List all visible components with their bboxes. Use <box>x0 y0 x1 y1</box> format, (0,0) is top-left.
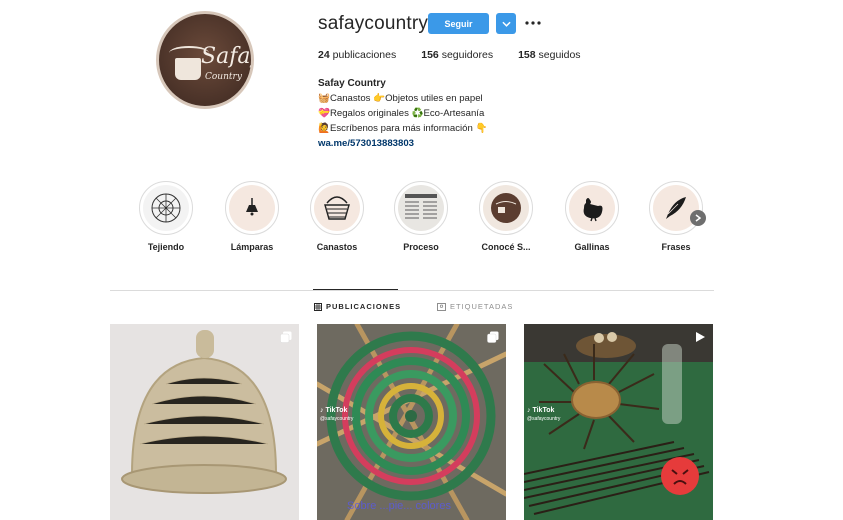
carousel-icon <box>487 331 499 343</box>
post-tile[interactable]: ♪ TikTok @safaycountry <box>524 324 713 520</box>
active-tab-indicator <box>313 289 398 290</box>
logo-pot-icon <box>175 58 201 80</box>
woven-dome-basket-image <box>110 324 299 520</box>
tiktok-label: TikTok <box>325 407 348 414</box>
hen-icon <box>569 185 615 231</box>
highlight-gallinas[interactable]: Gallinas <box>564 181 620 252</box>
post-caption-overlay: Sobre ...pie... colores <box>347 500 451 512</box>
video-play-icon <box>696 332 705 342</box>
bio-link[interactable]: wa.me/573013883803 <box>318 136 487 151</box>
tagged-icon <box>437 302 446 311</box>
tiktok-logo-icon: ♪ <box>320 407 324 414</box>
highlight-ring[interactable] <box>139 181 193 235</box>
bio-line-2: 💝Regalos originales ♻️Eco-Artesanía <box>318 108 485 119</box>
tab-publicaciones[interactable]: PUBLICACIONES <box>314 302 401 311</box>
highlight-tejiendo[interactable]: Tejiendo <box>138 181 194 252</box>
suggested-dropdown-button[interactable] <box>496 13 516 34</box>
highlight-ring[interactable] <box>310 181 364 235</box>
chevron-right-icon <box>695 214 701 222</box>
grid-icon <box>314 302 322 311</box>
highlight-ring[interactable] <box>225 181 279 235</box>
bio-name: Safay Country <box>318 78 386 89</box>
bio-line-1: 🧺Canastos 👉Objetos utiles en papel <box>318 93 483 104</box>
following-count: 158 <box>518 49 536 61</box>
highlight-ring[interactable] <box>394 181 448 235</box>
highlight-ring[interactable] <box>479 181 533 235</box>
tabs-divider <box>110 290 714 291</box>
carousel-icon <box>280 331 292 343</box>
follow-button[interactable]: Seguir <box>428 13 489 34</box>
tab-publicaciones-label: PUBLICACIONES <box>326 302 402 311</box>
profile-avatar[interactable]: Safay Country <box>156 11 254 109</box>
highlights-next-button[interactable] <box>690 210 706 226</box>
tiktok-watermark: ♪ TikTok @safaycountry <box>527 406 560 424</box>
more-options-button[interactable] <box>524 15 542 31</box>
tiktok-watermark: ♪ TikTok @safaycountry <box>320 406 353 424</box>
highlight-ring[interactable] <box>649 181 703 235</box>
stat-followers[interactable]: 156 seguidores <box>421 49 493 61</box>
post-tile[interactable]: ♪ TikTok @safaycountry Sobre ...pie... c… <box>317 324 506 520</box>
tiktok-label: TikTok <box>532 407 555 414</box>
highlight-label: Gallinas <box>574 242 610 252</box>
highlight-ring[interactable] <box>565 181 619 235</box>
highlight-proceso[interactable]: Proceso <box>393 181 449 252</box>
posts-label: publicaciones <box>332 49 397 61</box>
tab-etiquetadas-label: ETIQUETADAS <box>450 302 514 311</box>
basket-icon <box>314 185 360 231</box>
profile-stats: 24 publicaciones 156 seguidores 158 segu… <box>318 49 606 61</box>
avatar-logo-text: Safay <box>201 44 251 69</box>
tiktok-user: @safaycountry <box>320 416 354 422</box>
highlight-conoce[interactable]: Conocé S... <box>478 181 534 252</box>
profile-bio: Safay Country 🧺Canastos 👉Objetos utiles … <box>318 76 487 151</box>
stat-posts: 24 publicaciones <box>318 49 396 61</box>
bio-line-3: 🙋Escríbenos para más información 👇 <box>318 123 488 134</box>
followers-label: seguidores <box>441 49 494 61</box>
highlight-label: Conocé S... <box>481 242 531 252</box>
post-tile[interactable] <box>110 324 299 520</box>
highlight-label: Tejiendo <box>147 242 185 252</box>
highlight-label: Lámparas <box>230 242 274 252</box>
posts-count: 24 <box>318 49 330 61</box>
followers-count: 156 <box>421 49 439 61</box>
story-highlights: Tejiendo Lámparas Canastos Proceso Conoc… <box>138 181 718 261</box>
stat-following[interactable]: 158 seguidos <box>518 49 580 61</box>
highlight-label: Proceso <box>403 242 439 252</box>
following-label: seguidos <box>538 49 581 61</box>
highlight-label: Canastos <box>316 242 358 252</box>
highlight-label: Frases <box>661 242 691 252</box>
tiktok-logo-icon: ♪ <box>527 407 531 414</box>
highlight-lamparas[interactable]: Lámparas <box>224 181 280 252</box>
logo-icon <box>483 185 529 231</box>
avatar-logo-sub: Country <box>205 72 242 82</box>
lamp-icon <box>229 185 275 231</box>
highlight-canastos[interactable]: Canastos <box>309 181 365 252</box>
newspaper-icon <box>398 185 444 231</box>
tab-etiquetadas[interactable]: ETIQUETADAS <box>437 302 513 311</box>
yarn-wheel-icon <box>143 185 189 231</box>
tiktok-user: @safaycountry <box>527 416 561 422</box>
profile-username: safaycountry <box>318 13 429 34</box>
chevron-down-icon <box>501 21 511 27</box>
ellipsis-icon <box>525 21 541 25</box>
